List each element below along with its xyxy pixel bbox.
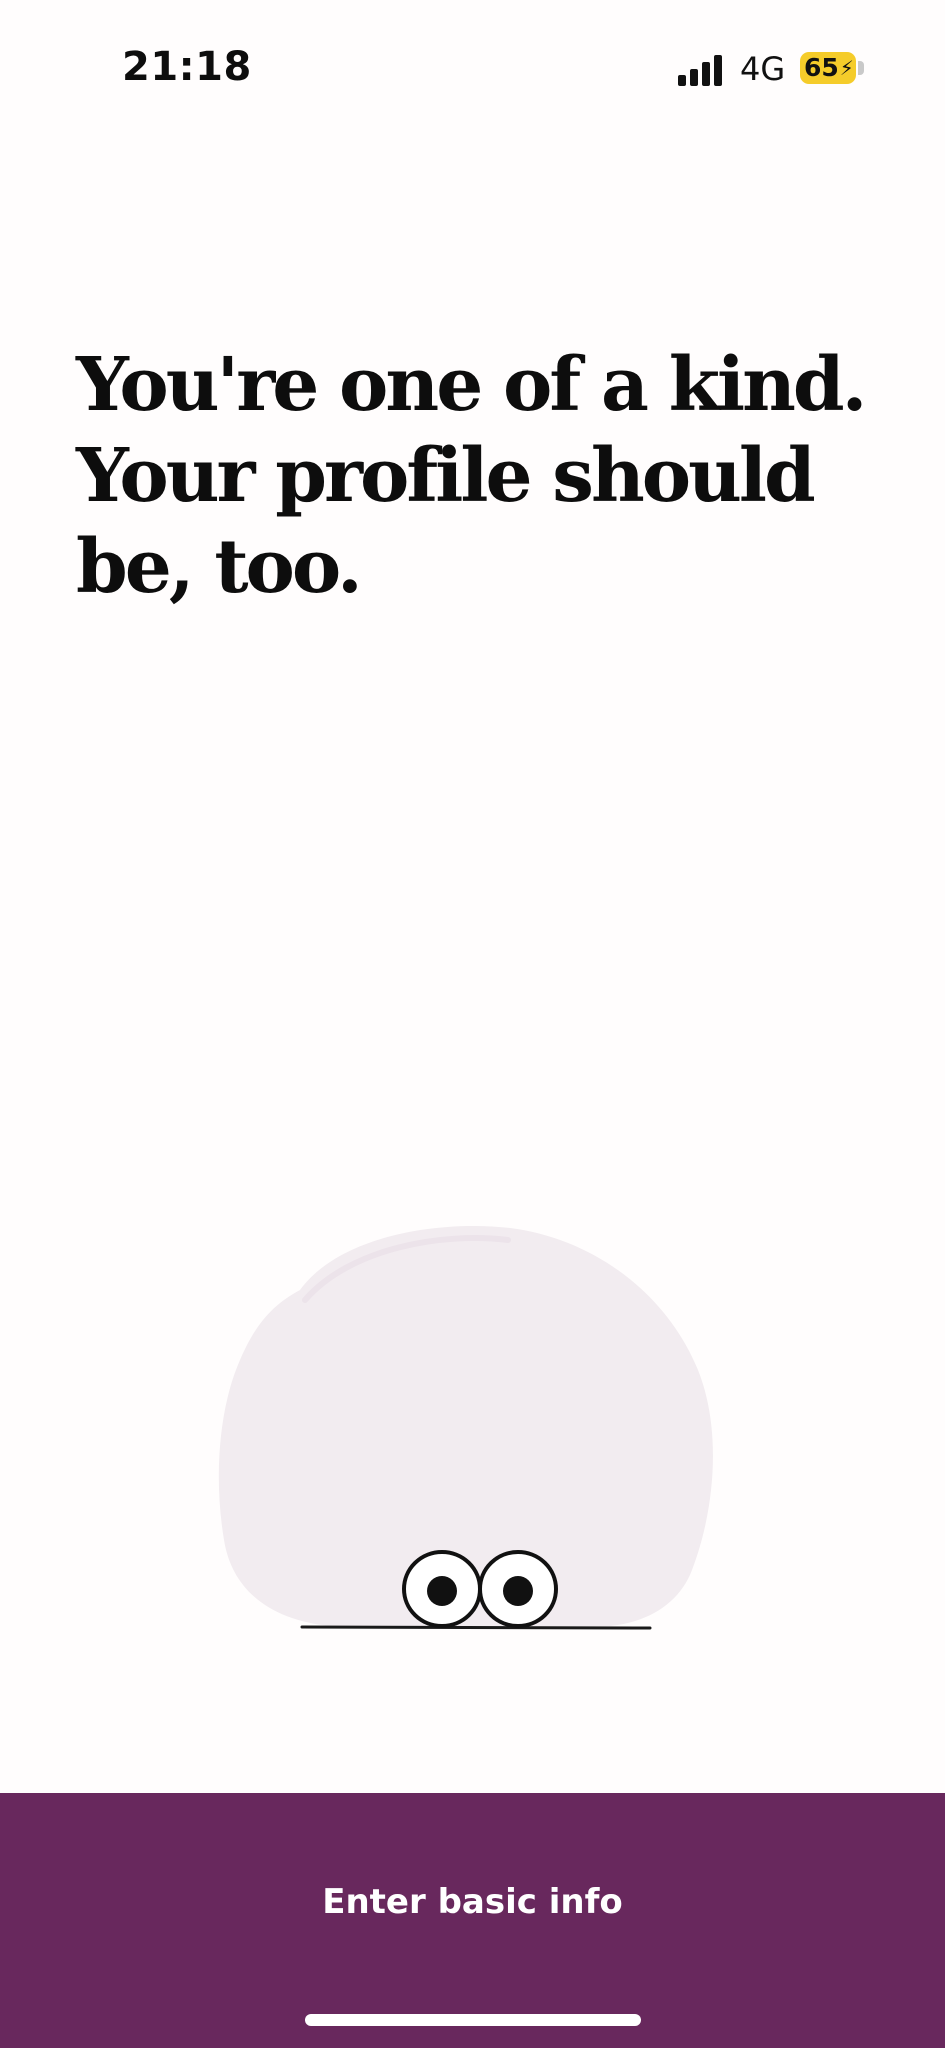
battery-cap (858, 61, 864, 75)
headline-line-1: You're one of a kind. (76, 342, 867, 428)
home-indicator[interactable] (305, 2014, 641, 2026)
peeking-eyes-blob-icon (210, 1210, 730, 1640)
page-headline: You're one of a kind. Your profile shoul… (76, 340, 876, 613)
battery-icon: 65 ⚡ (800, 52, 856, 84)
charging-bolt-icon: ⚡ (839, 56, 854, 80)
status-time: 21:18 (122, 44, 252, 90)
network-type: 4G (740, 50, 786, 88)
cta-bar: Enter basic info (0, 1793, 945, 2048)
status-bar: 21:18 4G 65 ⚡ (0, 0, 945, 140)
headline-line-3: be, too. (76, 524, 363, 610)
signal-bars-icon (678, 54, 726, 86)
battery-level: 65 (804, 53, 839, 82)
headline-line-2: Your profile should (76, 433, 816, 519)
enter-basic-info-button[interactable]: Enter basic info (0, 1793, 945, 2018)
